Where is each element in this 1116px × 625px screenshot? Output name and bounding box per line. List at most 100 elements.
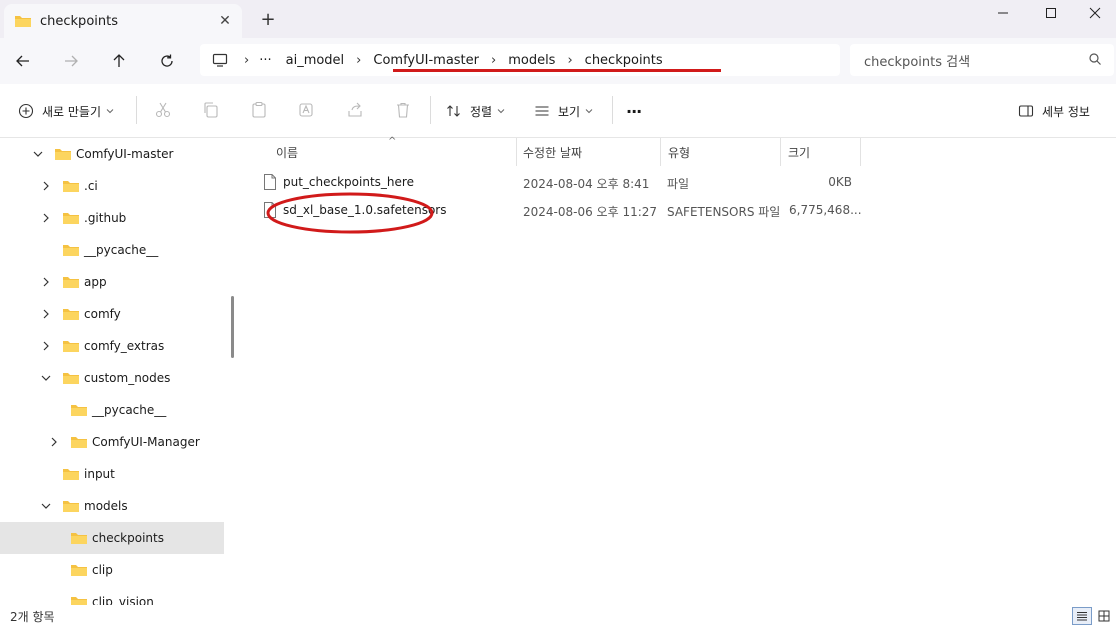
column-header-size[interactable]: 크기	[788, 138, 810, 166]
tree-item-clip-vision[interactable]: clip_vision	[0, 586, 224, 605]
clipboard-icon	[252, 101, 266, 118]
new-tab-button[interactable]: +	[258, 8, 278, 30]
copy-button[interactable]	[200, 99, 222, 121]
chevron-right-icon[interactable]	[40, 276, 52, 288]
tiles-view-button[interactable]	[1094, 607, 1114, 625]
chevron-right-icon[interactable]	[40, 180, 52, 192]
more-options-button[interactable]: ···	[626, 98, 642, 124]
forward-button[interactable]	[58, 48, 84, 74]
search-input[interactable]: checkpoints 검색	[864, 51, 970, 70]
status-bar: 2개 항목	[0, 605, 1116, 625]
tree-item-clip[interactable]: clip	[0, 554, 224, 586]
cut-button[interactable]	[152, 99, 174, 121]
view-button[interactable]: 보기	[534, 98, 593, 124]
column-header-date[interactable]: 수정한 날짜	[523, 138, 582, 166]
details-button[interactable]: 세부 정보	[1018, 98, 1090, 124]
tree-item-app[interactable]: app	[0, 266, 224, 298]
column-divider[interactable]	[660, 138, 661, 166]
new-button-label: 새로 만들기	[42, 104, 102, 119]
chevron-right-icon[interactable]	[40, 340, 52, 352]
new-button[interactable]: 새로 만들기	[18, 98, 114, 124]
rename-button[interactable]	[296, 99, 318, 121]
tree-item-pycache[interactable]: __pycache__	[0, 234, 224, 266]
breadcrumb-models[interactable]: models	[508, 53, 555, 68]
tree-item-comfyui-manager[interactable]: ComfyUI-Manager	[0, 426, 224, 458]
column-divider[interactable]	[780, 138, 781, 166]
chevron-right-icon[interactable]	[40, 212, 52, 224]
annotation-underline	[393, 69, 721, 72]
folder-icon	[71, 533, 87, 544]
folder-icon	[55, 149, 71, 160]
tree-item-github[interactable]: .github	[0, 202, 224, 234]
folder-icon	[63, 501, 79, 512]
tree-item-comfy[interactable]: comfy	[0, 298, 224, 330]
breadcrumb-overflow[interactable]: ···	[259, 53, 271, 68]
close-icon	[1089, 7, 1101, 19]
folder-icon	[63, 469, 79, 480]
tree-item-comfy-extras[interactable]: comfy_extras	[0, 330, 224, 362]
breadcrumb-comfyui-master[interactable]: ComfyUI-master	[373, 53, 479, 68]
tree-item-label: __pycache__	[84, 243, 159, 257]
maximize-icon	[1046, 8, 1056, 18]
chevron-down-icon[interactable]	[40, 372, 52, 384]
details-view-icon	[1077, 612, 1087, 621]
tree-item-comfyui-master[interactable]: ComfyUI-master	[0, 138, 224, 170]
column-header-type[interactable]: 유형	[668, 138, 690, 166]
sort-button[interactable]: 정렬	[446, 98, 505, 124]
chevron-right-icon[interactable]	[40, 308, 52, 320]
scissors-icon	[155, 102, 171, 118]
refresh-button[interactable]	[154, 48, 180, 74]
up-button[interactable]	[106, 48, 132, 74]
tree-item-custom-nodes[interactable]: custom_nodes	[0, 362, 224, 394]
maximize-button[interactable]	[1028, 0, 1074, 26]
file-type: 파일	[667, 177, 690, 191]
tree-item-label: __pycache__	[92, 403, 167, 417]
minimize-icon	[998, 12, 1008, 14]
column-header-name[interactable]: 이름	[276, 138, 298, 166]
tree-item-models[interactable]: models	[0, 490, 224, 522]
file-name: put_checkpoints_here	[283, 175, 414, 189]
close-tab-icon[interactable]: ✕	[216, 12, 234, 30]
tree-item-ci[interactable]: .ci	[0, 170, 224, 202]
share-icon	[348, 102, 362, 117]
share-button[interactable]	[344, 99, 366, 121]
trash-icon	[397, 102, 409, 118]
view-button-label: 보기	[558, 104, 581, 119]
sort-button-label: 정렬	[470, 104, 493, 119]
chevron-down-icon[interactable]	[40, 500, 52, 512]
column-divider[interactable]	[860, 138, 861, 166]
tree-item-label: comfy	[84, 307, 121, 321]
sidebar-scrollbar[interactable]	[231, 296, 234, 358]
tree-item-pycache-nested[interactable]: __pycache__	[0, 394, 224, 426]
chevron-down-icon	[106, 109, 114, 114]
breadcrumb-ai-model[interactable]: ai_model	[286, 53, 345, 68]
folder-icon	[63, 245, 79, 256]
column-divider[interactable]	[516, 138, 517, 166]
tree-item-input[interactable]: input	[0, 458, 224, 490]
tree-item-label: custom_nodes	[84, 371, 171, 385]
breadcrumb-checkpoints[interactable]: checkpoints	[585, 53, 663, 68]
tab-checkpoints[interactable]: checkpoints ✕	[4, 4, 242, 38]
paste-button[interactable]	[248, 99, 270, 121]
folder-icon	[15, 16, 31, 27]
back-button[interactable]	[10, 48, 36, 74]
chevron-down-icon	[585, 109, 593, 114]
breadcrumb-separator[interactable]: ›	[356, 53, 361, 68]
toolbar-divider	[612, 96, 613, 124]
tree-item-label: clip	[92, 563, 113, 577]
tree-item-label: .github	[84, 211, 127, 225]
breadcrumb-separator[interactable]: ›	[567, 53, 572, 68]
tree-item-checkpoints[interactable]: checkpoints	[0, 522, 224, 554]
tree-item-label: comfy_extras	[84, 339, 165, 353]
close-window-button[interactable]	[1072, 0, 1116, 26]
navigation-pane: ComfyUI-master .ci .github __pycache__ a…	[0, 138, 242, 605]
search-box[interactable]: checkpoints 검색	[850, 44, 1114, 76]
details-view-button[interactable]	[1072, 607, 1092, 625]
file-size: 0KB	[828, 175, 852, 189]
delete-button[interactable]	[392, 99, 414, 121]
minimize-button[interactable]	[980, 0, 1026, 26]
breadcrumb-separator[interactable]: ›	[491, 53, 496, 68]
chevron-right-icon[interactable]	[48, 436, 60, 448]
chevron-down-icon[interactable]	[32, 148, 44, 160]
tree-item-label: models	[84, 499, 128, 513]
